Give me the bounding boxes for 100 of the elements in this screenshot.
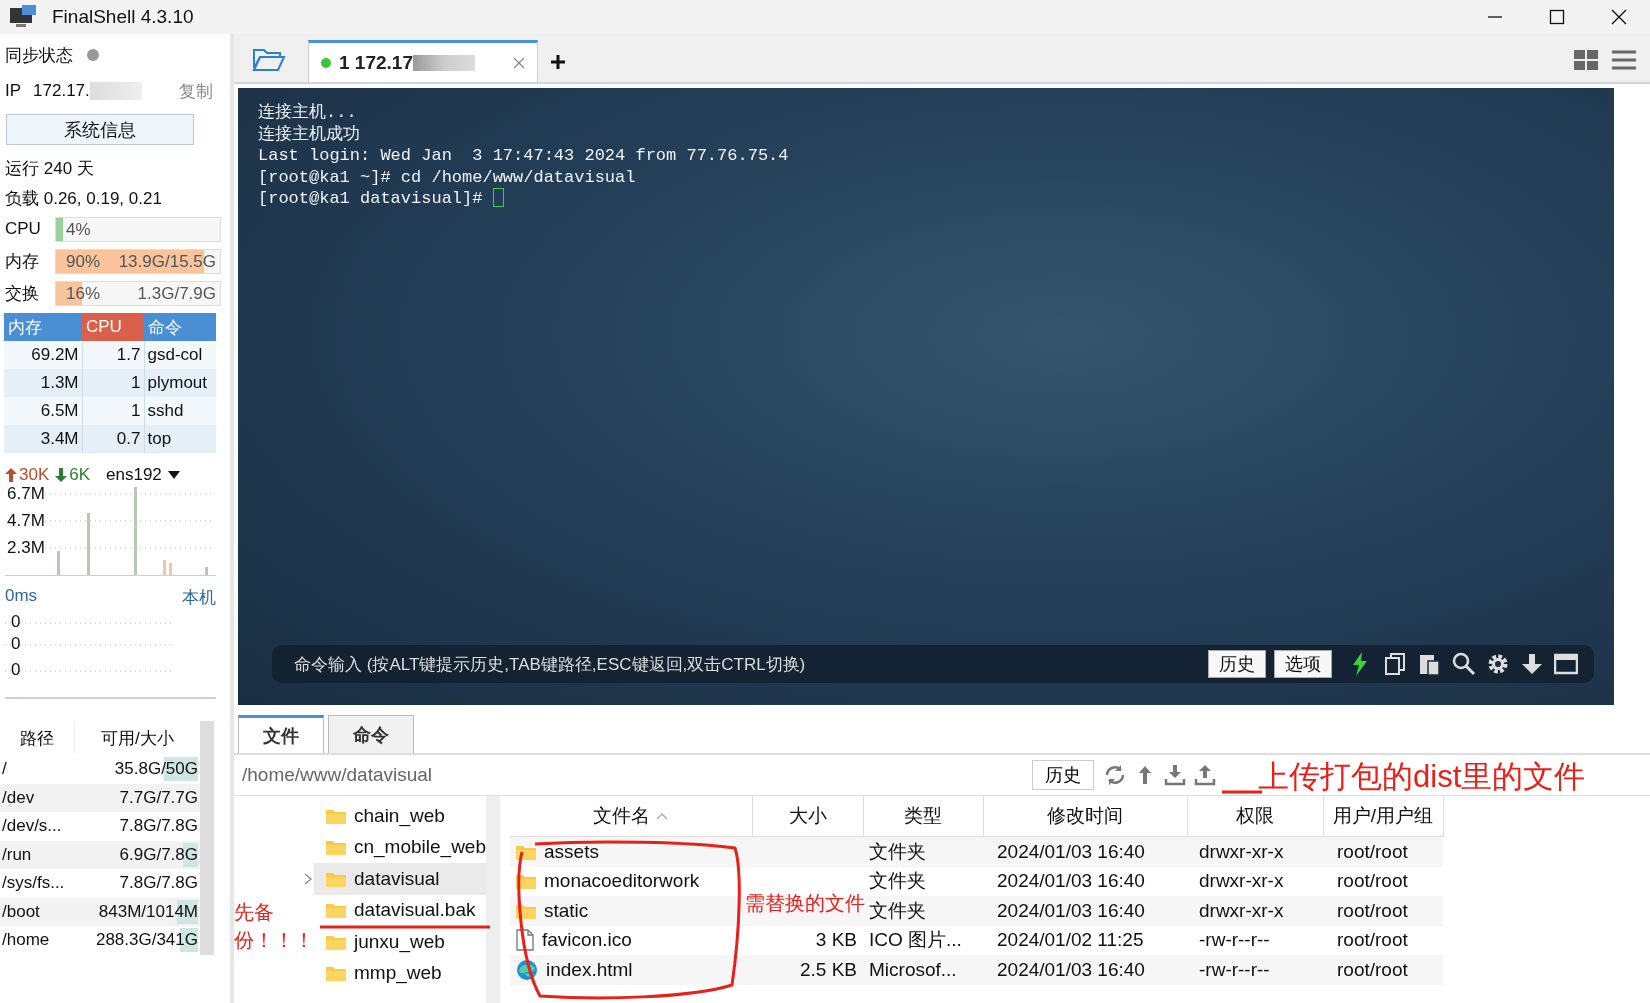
close-icon[interactable] (1611, 9, 1627, 25)
column-header[interactable]: 用户/用户组 (1323, 796, 1443, 837)
usage-amount: 1.3G/7.9G (137, 282, 216, 305)
file-name[interactable]: assets (544, 840, 599, 863)
column-header[interactable]: 权限 (1187, 796, 1323, 837)
add-tab-icon[interactable] (550, 54, 566, 70)
table-cell: 1.7 (82, 341, 144, 369)
command-placeholder: 命令输入 (按ALT键提示历史,TAB键路径,ESC键返回,双击CTRL切换) (294, 653, 807, 676)
axis-label: 4.7M (7, 512, 45, 530)
traffic-bar (163, 560, 166, 575)
search-icon[interactable] (1452, 652, 1476, 676)
caret-icon[interactable] (167, 471, 180, 479)
window-icon[interactable] (1554, 652, 1578, 676)
terminal-cursor (492, 188, 504, 207)
file-name[interactable]: monacoeditorwork (544, 870, 700, 893)
table-cell: 7.8G/7.8G (119, 873, 198, 894)
file-name[interactable]: favicon.ico (542, 929, 632, 952)
column-header[interactable]: 大小 (752, 796, 863, 837)
history-button[interactable]: 历史 (1032, 760, 1094, 790)
download-icon[interactable] (1164, 764, 1186, 786)
table-cell: plymout (144, 369, 216, 397)
upload-icon[interactable] (1194, 764, 1216, 786)
table-cell: 2024/01/03 16:40 (983, 896, 1187, 926)
tree-item[interactable]: datavisual.bak (314, 894, 486, 926)
maximize-icon[interactable] (1549, 9, 1565, 25)
tree-item[interactable]: chain_web (314, 800, 486, 832)
tree-item[interactable]: cn_mobile_web (314, 831, 486, 863)
meter-label: CPU (5, 219, 42, 239)
folder-icon (326, 933, 346, 950)
table-cell: ICO 图片... (863, 925, 983, 955)
up-arrow-icon (5, 468, 17, 482)
table-cell: /run (0, 840, 74, 869)
table-cell: 文件夹 (863, 866, 983, 896)
folder-icon (326, 870, 346, 887)
panel-tab[interactable]: 文件 (238, 715, 324, 753)
table-cell: 7.7G/7.7G (119, 787, 198, 808)
copy-link[interactable]: 复制 (179, 79, 213, 103)
terminal-line: 连接主机... (258, 103, 357, 122)
folder-icon (326, 965, 346, 982)
ip-label: IP (5, 81, 22, 101)
down-arrow-icon (55, 468, 68, 482)
terminal-panel[interactable]: 连接主机... 连接主机成功 Last login: Wed Jan 3 17:47:43 2024 from 77.76.75.4 [root@ka1 ~]# cd /home/www/datavisual [root@ka1 datavisual]# 命令输入 (按ALT键提示历史,TAB键路径,ESC键返回,双击CTRL切换) 历史 选项 (238, 88, 1614, 705)
copy-icon[interactable] (1384, 652, 1408, 676)
app-logo-icon (8, 4, 38, 30)
table-cell: /dev (0, 783, 74, 812)
table-cell: 6.5M (4, 397, 82, 425)
usage-percent: 90% (66, 250, 101, 273)
menu-icon[interactable] (1612, 50, 1636, 70)
redaction-block (89, 82, 142, 100)
system-info-button[interactable]: 系统信息 (6, 114, 194, 145)
meter-label: 交换 (5, 282, 40, 305)
host-label: 本机 (182, 587, 216, 609)
column-header[interactable]: 文件名 (510, 796, 752, 837)
session-tab[interactable]: 1 172.17 (308, 40, 538, 82)
command-input-field[interactable]: 命令输入 (按ALT键提示历史,TAB键路径,ESC键返回,双击CTRL切换) 历史 选项 (272, 645, 1594, 683)
paste-icon[interactable] (1418, 652, 1442, 676)
axis-label: 6.7M (7, 485, 45, 503)
usage-amount: 13.9G/15.5G (118, 250, 216, 273)
table-cell: 69.2M (4, 341, 82, 369)
folder-icon (326, 807, 346, 824)
column-header[interactable]: CPU (82, 313, 144, 341)
file-name[interactable]: static (544, 899, 589, 922)
browser-icon (516, 958, 538, 981)
column-header[interactable]: 类型 (863, 796, 983, 837)
traffic-bar (87, 513, 90, 575)
table-cell: /sys/fs... (0, 869, 74, 898)
traffic-bar (169, 563, 172, 575)
table-cell: 3 KB (752, 925, 863, 955)
settings-icon[interactable] (1486, 652, 1510, 676)
table-cell: root/root (1323, 925, 1443, 955)
table-cell: drwxr-xr-x (1187, 896, 1323, 926)
down-arrow-icon[interactable] (1520, 652, 1544, 676)
folder-icon (326, 902, 346, 919)
tree-item[interactable]: mmp_web (314, 957, 486, 989)
annotation-text: 上传打包的dist里的文件 (1258, 758, 1586, 796)
usage-percent: 4% (66, 218, 91, 241)
terminal-toolbar-button[interactable]: 历史 (1208, 650, 1266, 678)
table-cell: drwxr-xr-x (1187, 836, 1323, 867)
folder-open-icon[interactable] (252, 46, 286, 72)
tree-item[interactable]: junxu_web (314, 926, 486, 958)
table-cell: 1 (82, 397, 144, 425)
axis-label: 0 (11, 661, 21, 679)
table-cell: 2024/01/03 16:40 (983, 836, 1187, 867)
interface-dropdown[interactable]: ens192 (106, 465, 162, 485)
annotation-text: 先备份！！！ (234, 900, 310, 953)
path-field[interactable]: /home/www/datavisual (242, 764, 1022, 786)
panel-tab[interactable]: 命令 (328, 715, 414, 753)
terminal-toolbar-button[interactable]: 选项 (1274, 650, 1332, 678)
table-cell: /dev/s... (0, 812, 74, 841)
window-title: FinalShell 4.3.10 (52, 6, 194, 28)
traffic-bar (57, 551, 60, 575)
grid-icon[interactable] (1574, 50, 1598, 70)
column-header[interactable]: 修改时间 (983, 796, 1187, 837)
redaction-block (412, 54, 475, 71)
uptime-text: 运行 240 天 (5, 157, 94, 180)
upload-rate: 30K (19, 465, 50, 485)
table-cell: 文件夹 (863, 836, 983, 867)
refresh-icon[interactable] (1104, 764, 1126, 786)
table-cell: gsd-col (144, 341, 216, 369)
annotation-underline (1222, 790, 1262, 794)
